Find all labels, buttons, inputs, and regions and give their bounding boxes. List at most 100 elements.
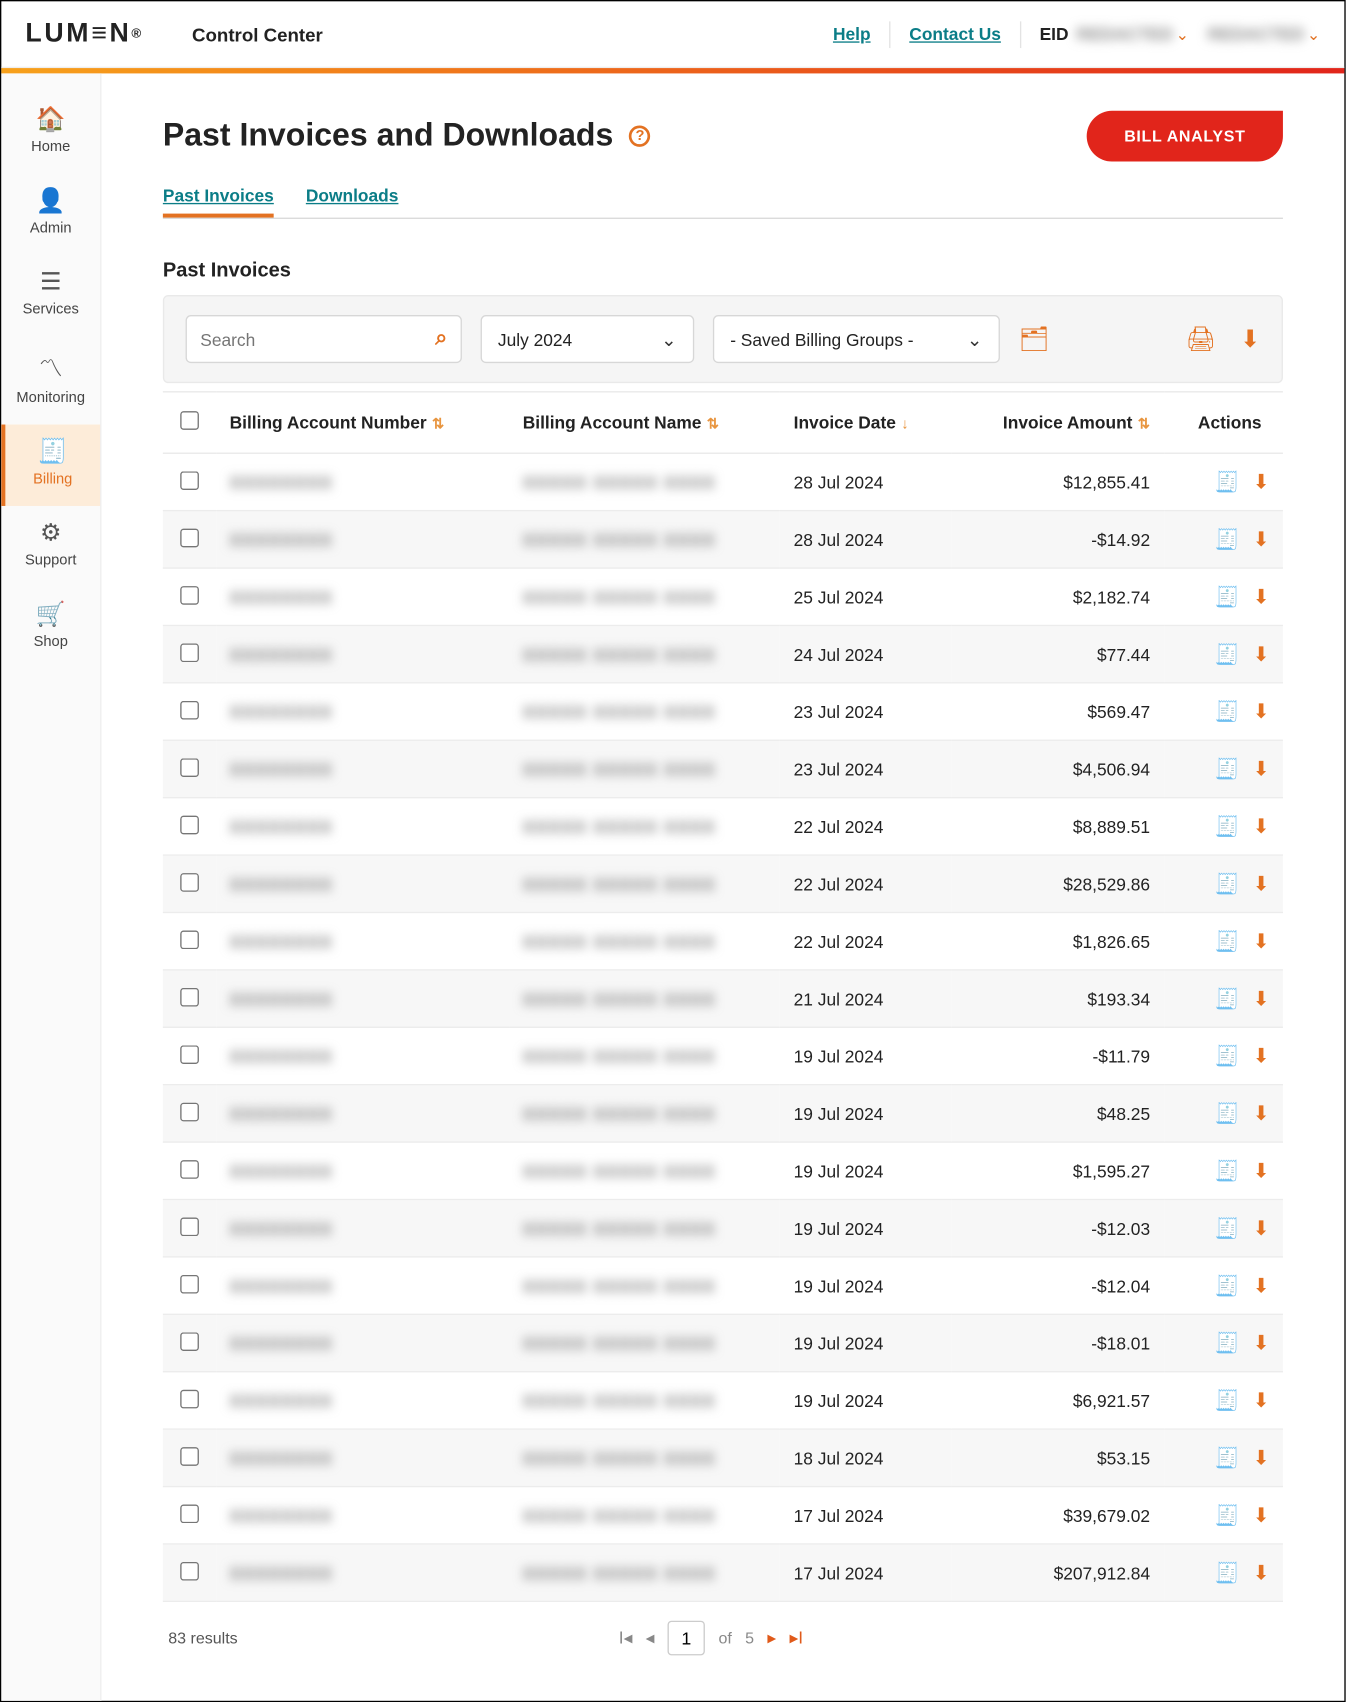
row-checkbox[interactable] <box>180 1159 199 1178</box>
view-invoice-icon[interactable]: 🧾 <box>1214 1160 1239 1183</box>
sidebar-item-home[interactable]: 🏠Home <box>1 92 100 173</box>
view-invoice-icon[interactable]: 🧾 <box>1214 758 1239 781</box>
eid-value[interactable]: REDACTED <box>1077 24 1173 44</box>
row-checkbox[interactable] <box>180 1102 199 1121</box>
prev-page-button[interactable]: ◂ <box>646 1627 655 1648</box>
user-name[interactable]: REDACTED <box>1208 24 1304 44</box>
help-link[interactable]: Help <box>814 21 890 48</box>
page-input[interactable] <box>668 1621 705 1656</box>
download-icon[interactable]: ⬇ <box>1253 643 1270 666</box>
account-name: XXXXX XXXXX XXXX <box>523 989 716 1009</box>
view-invoice-icon[interactable]: 🧾 <box>1214 586 1239 609</box>
bill-analyst-button[interactable]: BILL ANALYST <box>1087 111 1283 162</box>
billing-group-select[interactable]: - Saved Billing Groups - ⌄ <box>713 315 1000 363</box>
group-settings-icon[interactable]: 🗂 <box>1019 325 1050 353</box>
view-invoice-icon[interactable]: 🧾 <box>1214 1103 1239 1126</box>
row-checkbox[interactable] <box>180 1504 199 1523</box>
download-icon[interactable]: ⬇ <box>1253 1390 1270 1413</box>
download-icon[interactable]: ⬇ <box>1253 1562 1270 1585</box>
col-account-name[interactable]: Billing Account Name⇅ <box>509 392 780 453</box>
download-icon[interactable]: ⬇ <box>1253 1160 1270 1183</box>
col-invoice-amount[interactable]: Invoice Amount⇅ <box>952 392 1163 453</box>
download-icon[interactable]: ⬇ <box>1253 701 1270 724</box>
view-invoice-icon[interactable]: 🧾 <box>1214 1045 1239 1068</box>
account-name: XXXXX XXXXX XXXX <box>523 1161 716 1181</box>
row-checkbox[interactable] <box>180 815 199 834</box>
view-invoice-icon[interactable]: 🧾 <box>1214 1505 1239 1528</box>
last-page-button[interactable]: ▸I <box>790 1627 804 1648</box>
row-checkbox[interactable] <box>180 700 199 719</box>
sidebar-item-services[interactable]: ☰Services <box>1 255 100 336</box>
row-checkbox[interactable] <box>180 1446 199 1465</box>
col-account-number[interactable]: Billing Account Number⇅ <box>216 392 509 453</box>
row-checkbox[interactable] <box>180 872 199 891</box>
download-icon[interactable]: ⬇ <box>1253 1447 1270 1470</box>
view-invoice-icon[interactable]: 🧾 <box>1214 1332 1239 1355</box>
download-icon[interactable]: ⬇ <box>1253 1332 1270 1355</box>
download-icon[interactable]: ⬇ <box>1253 873 1270 896</box>
search-icon[interactable]: ⌕ <box>435 327 447 351</box>
view-invoice-icon[interactable]: 🧾 <box>1214 930 1239 953</box>
view-invoice-icon[interactable]: 🧾 <box>1214 1447 1239 1470</box>
download-icon[interactable]: ⬇ <box>1253 529 1270 552</box>
search-box[interactable]: ⌕ <box>186 315 462 363</box>
col-invoice-date[interactable]: Invoice Date↓ <box>780 392 952 453</box>
sidebar-item-admin[interactable]: 👤Admin <box>1 174 100 255</box>
chevron-down-icon[interactable]: ⌄ <box>1173 25 1189 44</box>
view-invoice-icon[interactable]: 🧾 <box>1214 1390 1239 1413</box>
sidebar-item-billing[interactable]: 🧾Billing <box>1 425 100 506</box>
row-checkbox[interactable] <box>180 1389 199 1408</box>
main-content: Past Invoices and Downloads ? BILL ANALY… <box>101 73 1344 1700</box>
view-invoice-icon[interactable]: 🧾 <box>1214 529 1239 552</box>
view-invoice-icon[interactable]: 🧾 <box>1214 873 1239 896</box>
row-checkbox[interactable] <box>180 1332 199 1351</box>
help-icon[interactable]: ? <box>629 125 650 146</box>
row-checkbox[interactable] <box>180 1217 199 1236</box>
sidebar-item-shop[interactable]: 🛒Shop <box>1 587 100 668</box>
chevron-down-icon[interactable]: ⌄ <box>1304 25 1320 44</box>
tab-past-invoices[interactable]: Past Invoices <box>163 186 274 218</box>
view-invoice-icon[interactable]: 🧾 <box>1214 643 1239 666</box>
view-invoice-icon[interactable]: 🧾 <box>1214 816 1239 839</box>
download-icon[interactable]: ⬇ <box>1253 1103 1270 1126</box>
row-checkbox[interactable] <box>180 585 199 604</box>
download-icon[interactable]: ⬇ <box>1253 1505 1270 1528</box>
month-select[interactable]: July 2024 ⌄ <box>481 315 695 363</box>
sort-down-icon: ↓ <box>901 417 908 433</box>
search-input[interactable] <box>200 329 435 349</box>
row-checkbox[interactable] <box>180 471 199 490</box>
row-checkbox[interactable] <box>180 1045 199 1064</box>
view-invoice-icon[interactable]: 🧾 <box>1214 988 1239 1011</box>
view-invoice-icon[interactable]: 🧾 <box>1214 1218 1239 1241</box>
view-invoice-icon[interactable]: 🧾 <box>1214 701 1239 724</box>
account-number: XXXXXXXX <box>230 529 333 549</box>
download-icon[interactable]: ⬇ <box>1253 816 1270 839</box>
row-checkbox[interactable] <box>180 930 199 949</box>
select-all-checkbox[interactable] <box>180 411 199 430</box>
download-icon[interactable]: ⬇ <box>1253 930 1270 953</box>
view-invoice-icon[interactable]: 🧾 <box>1214 1562 1239 1585</box>
sidebar-item-monitoring[interactable]: 〽Monitoring <box>1 336 100 424</box>
download-icon[interactable]: ⬇ <box>1253 988 1270 1011</box>
tab-downloads[interactable]: Downloads <box>306 186 399 218</box>
view-invoice-icon[interactable]: 🧾 <box>1214 1275 1239 1298</box>
print-icon[interactable]: 🖨 <box>1186 325 1217 353</box>
sidebar-item-support[interactable]: ⚙Support <box>1 506 100 587</box>
download-icon[interactable]: ⬇ <box>1253 1045 1270 1068</box>
first-page-button[interactable]: I◂ <box>619 1627 633 1648</box>
download-icon[interactable]: ⬇ <box>1253 471 1270 494</box>
row-checkbox[interactable] <box>180 1561 199 1580</box>
view-invoice-icon[interactable]: 🧾 <box>1214 471 1239 494</box>
download-icon[interactable]: ⬇ <box>1253 1218 1270 1241</box>
row-checkbox[interactable] <box>180 643 199 662</box>
contact-link[interactable]: Contact Us <box>891 21 1021 48</box>
row-checkbox[interactable] <box>180 1274 199 1293</box>
download-icon[interactable]: ⬇ <box>1240 325 1260 353</box>
download-icon[interactable]: ⬇ <box>1253 586 1270 609</box>
row-checkbox[interactable] <box>180 758 199 777</box>
row-checkbox[interactable] <box>180 528 199 547</box>
row-checkbox[interactable] <box>180 987 199 1006</box>
next-page-button[interactable]: ▸ <box>767 1627 776 1648</box>
download-icon[interactable]: ⬇ <box>1253 758 1270 781</box>
download-icon[interactable]: ⬇ <box>1253 1275 1270 1298</box>
